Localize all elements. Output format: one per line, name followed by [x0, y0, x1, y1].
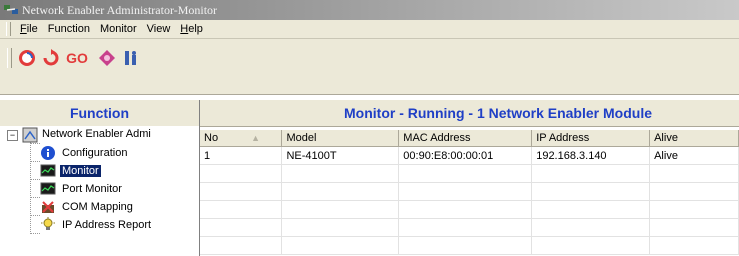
start-monitor-button[interactable] [16, 47, 38, 69]
com-mapping-icon [42, 201, 54, 213]
menu-bar: File Function Monitor View Help [0, 20, 739, 39]
tree-item-com-mapping[interactable]: COM Mapping [40, 198, 135, 216]
column-header-no[interactable]: No ▲ [200, 130, 283, 147]
function-tree: − Network Enabler Admi Configuration Mon… [0, 126, 199, 256]
column-header-mac-address[interactable]: MAC Address [398, 130, 533, 147]
table-header-row: No ▲ Model MAC Address IP Address Alive [200, 130, 739, 147]
table-cell: 192.168.3.140 [531, 146, 651, 165]
tree-connector [30, 215, 40, 216]
column-header-model[interactable]: Model [281, 130, 400, 147]
go-icon: GO [66, 50, 88, 66]
start-monitor-icon [19, 50, 35, 66]
monitor-status-title: Monitor - Running - 1 Network Enabler Mo… [344, 105, 652, 121]
column-header-alive[interactable]: Alive [649, 130, 739, 147]
tree-root-label: Network Enabler Admi [42, 128, 151, 140]
menu-function[interactable]: Function [43, 23, 95, 35]
column-header-ip-address[interactable]: IP Address [531, 130, 651, 147]
exit-icon [125, 51, 136, 65]
toolbar-grip [7, 48, 12, 68]
toolbar: GO [0, 39, 739, 95]
tree-item-label: Port Monitor [62, 183, 122, 195]
table-row-empty [200, 218, 739, 237]
app-icon [4, 5, 18, 14]
tree-item-label: Monitor [60, 165, 101, 177]
info-icon [41, 146, 55, 160]
menu-file[interactable]: File [15, 23, 43, 35]
menu-grip [6, 22, 11, 36]
tree-item-configuration[interactable]: Configuration [40, 144, 129, 162]
monitor-panel: Monitor - Running - 1 Network Enabler Mo… [200, 100, 739, 256]
tree-item-label: COM Mapping [62, 201, 133, 213]
refresh-icon [43, 49, 59, 66]
monitor-header: Monitor - Running - 1 Network Enabler Mo… [200, 100, 739, 127]
tree-connector [30, 233, 40, 234]
table-row[interactable]: 1 NE-4100T 00:90:E8:00:00:01 192.168.3.1… [200, 146, 739, 165]
go-button[interactable]: GO [64, 47, 90, 69]
tree-item-port-monitor[interactable]: Port Monitor [40, 180, 124, 198]
collapse-icon[interactable]: − [7, 130, 18, 141]
table-row-empty [200, 236, 739, 255]
tree-item-label: Configuration [62, 147, 128, 159]
menu-monitor[interactable]: Monitor [95, 23, 142, 35]
tree-connector [30, 161, 40, 162]
tree-root[interactable]: − Network Enabler Admi [0, 126, 199, 144]
refresh-button[interactable] [40, 47, 62, 69]
table-cell: 00:90:E8:00:00:01 [398, 146, 533, 165]
title-bar[interactable]: Network Enabler Administrator-Monitor [0, 0, 739, 20]
menu-help[interactable]: Help [175, 23, 208, 35]
exit-button[interactable] [120, 47, 142, 69]
settings-icon [99, 50, 115, 66]
tree-connector [30, 197, 40, 198]
function-panel: Function − Network Enabler Admi Configur… [0, 100, 200, 256]
module-table: No ▲ Model MAC Address IP Address Alive … [200, 130, 739, 255]
bulb-icon [41, 217, 55, 230]
table-row-empty [200, 164, 739, 183]
menu-view[interactable]: View [142, 23, 176, 35]
network-enabler-icon [22, 127, 38, 143]
tree-item-label: IP Address Report [62, 219, 152, 231]
function-header: Function [0, 100, 199, 127]
tree-connector [30, 179, 40, 180]
monitor-icon [40, 164, 56, 177]
window-title: Network Enabler Administrator-Monitor [22, 2, 218, 17]
table-row-empty [200, 182, 739, 201]
table-cell: Alive [649, 146, 739, 165]
tree-connector [30, 142, 31, 234]
sort-ascending-icon: ▲ [251, 133, 261, 143]
table-row-empty [200, 200, 739, 219]
monitor-icon [40, 182, 56, 195]
table-cell: 1 [200, 146, 283, 165]
tree-item-monitor[interactable]: Monitor [40, 162, 101, 180]
settings-button[interactable] [96, 47, 118, 69]
tree-item-ip-address-report[interactable]: IP Address Report [40, 216, 153, 234]
table-cell: NE-4100T [281, 146, 400, 165]
